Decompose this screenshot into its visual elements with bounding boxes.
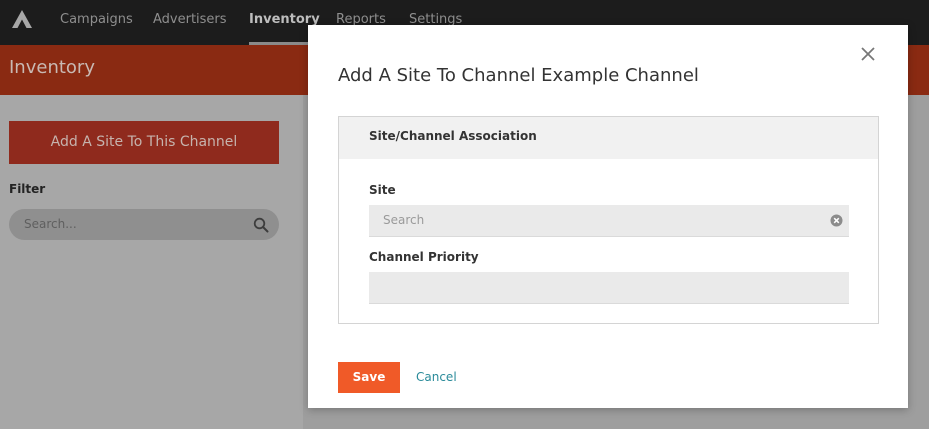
association-panel: Site/Channel Association Site Search Cha… [338,116,879,324]
nav-item-campaigns[interactable]: Campaigns [60,12,133,27]
site-search-placeholder: Search [383,213,425,227]
site-label: Site [369,183,396,197]
page-title: Inventory [9,57,95,78]
save-button[interactable]: Save [338,362,400,393]
channel-priority-label: Channel Priority [369,250,479,264]
site-search-input[interactable]: Search [369,205,849,237]
add-site-button[interactable]: Add A Site To This Channel [9,121,279,164]
filter-search-input[interactable]: Search... [9,209,279,240]
filter-search-placeholder: Search... [24,217,77,231]
nav-item-advertisers[interactable]: Advertisers [153,12,227,27]
panel-title: Site/Channel Association [369,129,537,143]
add-site-modal: Add A Site To Channel Example Channel Si… [308,25,908,408]
clear-circle-icon[interactable] [830,214,843,227]
panel-header: Site/Channel Association [339,117,878,159]
search-icon[interactable] [253,217,269,233]
chevron-logo-icon[interactable] [11,9,33,29]
modal-title: Add A Site To Channel Example Channel [338,65,699,86]
channel-priority-input[interactable] [369,272,849,304]
filter-label: Filter [9,182,46,196]
close-icon[interactable] [859,45,877,63]
cancel-link[interactable]: Cancel [416,370,457,384]
